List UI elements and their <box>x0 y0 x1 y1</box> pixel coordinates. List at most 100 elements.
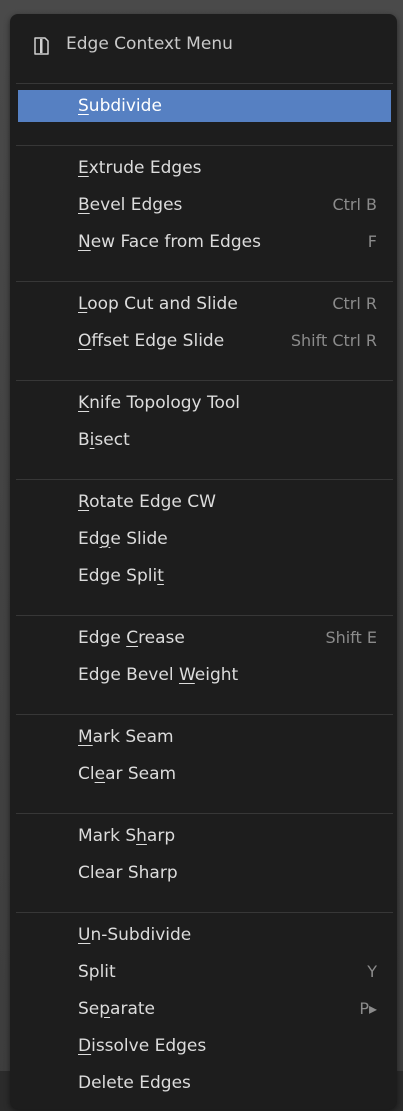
label-text: otate Edge CW <box>89 492 216 512</box>
menu-item-loop-cut-and-slide[interactable]: Loop Cut and Slide Ctrl R <box>18 288 391 320</box>
label-text: e Slide <box>110 529 168 549</box>
menu-item-label: Mark Sharp <box>78 820 175 852</box>
label-text: Clear Sharp <box>78 863 178 883</box>
accelerator-key: O <box>78 331 92 351</box>
label-text: nife Topology Tool <box>89 393 240 413</box>
label-text: evel Edges <box>89 195 183 215</box>
menu-item-label: Split <box>78 956 116 988</box>
edge-context-menu: Edge Context Menu Subdivide Extrude Edges… <box>10 14 397 1109</box>
accelerator-key: p <box>99 999 111 1019</box>
menu-separator <box>16 83 393 84</box>
accelerator-key: g <box>99 529 111 549</box>
label-text: Edge <box>78 628 127 648</box>
menu-separator <box>16 479 393 480</box>
menu-item-edge-split[interactable]: Edge Split <box>18 560 391 592</box>
shortcut-hint: Y <box>367 962 377 981</box>
menu-item-knife-topology-tool[interactable]: Knife Topology Tool <box>18 387 391 419</box>
menu-item-delete-edges[interactable]: Delete Edges <box>18 1067 391 1099</box>
shortcut-hint: Shift Ctrl R <box>290 331 377 350</box>
menu-item-label: Separate <box>78 993 155 1025</box>
menu-item-label: Edge Bevel Weight <box>78 659 238 691</box>
menu-item-bevel-edges[interactable]: Bevel Edges Ctrl B <box>18 189 391 221</box>
menu-item-edge-slide[interactable]: Edge Slide <box>18 523 391 555</box>
menu-item-new-face-from-edges[interactable]: New Face from Edges F <box>18 226 391 258</box>
menu-item-label: Bisect <box>78 424 130 456</box>
shortcut-hint: Ctrl B <box>332 195 377 214</box>
accelerator-key: D <box>78 1036 92 1056</box>
label-text: ar Seam <box>105 764 177 784</box>
menu-item-rotate-edge-cw[interactable]: Rotate Edge CW <box>18 486 391 518</box>
accelerator-key: E <box>78 158 89 178</box>
menu-item-edge-bevel-weight[interactable]: Edge Bevel Weight <box>18 659 391 691</box>
menu-separator <box>16 145 393 146</box>
menu-item-offset-edge-slide[interactable]: Offset Edge Slide Shift Ctrl R <box>18 325 391 357</box>
label-text: Mark S <box>78 826 137 846</box>
menu-item-separate[interactable]: Separate P▸ <box>18 993 391 1025</box>
label-text: xtrude Edges <box>88 158 202 178</box>
menu-item-label: Dissolve Edges <box>78 1030 206 1062</box>
menu-item-label: Loop Cut and Slide <box>78 288 238 320</box>
label-text: arp <box>146 826 176 846</box>
label-text: Se <box>78 999 100 1019</box>
accelerator-key: U <box>78 925 91 945</box>
accelerator-key: C <box>126 628 139 648</box>
accelerator-key: B <box>78 195 90 215</box>
menu-separator <box>16 912 393 913</box>
menu-item-label: Edge Crease <box>78 622 185 654</box>
accelerator-key: R <box>78 492 90 512</box>
accelerator-key: K <box>78 393 90 413</box>
menu-separator <box>16 714 393 715</box>
menu-item-label: New Face from Edges <box>78 226 261 258</box>
label-text: sect <box>94 430 130 450</box>
menu-separator <box>16 615 393 616</box>
menu-item-dissolve-edges[interactable]: Dissolve Edges <box>18 1030 391 1062</box>
label-text: ark Seam <box>92 727 174 747</box>
shortcut-hint: F <box>367 232 377 251</box>
menu-item-clear-seam[interactable]: Clear Seam <box>18 758 391 790</box>
label-text: Edge Bevel <box>78 665 179 685</box>
menu-item-label: Offset Edge Slide <box>78 325 224 357</box>
menu-item-un-subdivide[interactable]: Un-Subdivide <box>18 919 391 951</box>
accelerator-key: W <box>178 665 195 685</box>
accelerator-key: M <box>78 727 93 747</box>
menu-item-mark-seam[interactable]: Mark Seam <box>18 721 391 753</box>
menu-item-mark-sharp[interactable]: Mark Sharp <box>18 820 391 852</box>
accelerator-key: S <box>78 96 89 116</box>
label-text: eight <box>194 665 239 685</box>
menu-item-edge-crease[interactable]: Edge Crease Shift E <box>18 622 391 654</box>
menu-item-label: Bevel Edges <box>78 189 182 221</box>
menu-item-label: Knife Topology Tool <box>78 387 240 419</box>
label-text: ubdivide <box>88 96 162 116</box>
edge-mode-icon <box>32 36 50 56</box>
accelerator-key: e <box>94 764 106 784</box>
menu-header: Edge Context Menu <box>10 14 397 78</box>
menu-item-label: Edge Split <box>78 560 164 592</box>
label-text: issolve Edges <box>91 1036 207 1056</box>
menu-separator <box>16 281 393 282</box>
menu-item-label: Clear Seam <box>78 758 176 790</box>
label-text: ffset Edge Slide <box>91 331 225 351</box>
label-text: oop Cut and Slide <box>87 294 238 314</box>
label-text: B <box>78 430 90 450</box>
menu-item-subdivide[interactable]: Subdivide <box>18 90 391 122</box>
menu-item-label: Extrude Edges <box>78 152 202 184</box>
menu-item-bisect[interactable]: Bisect <box>18 424 391 456</box>
label-text: n-Subdivide <box>90 925 192 945</box>
menu-item-label: Un-Subdivide <box>78 919 191 951</box>
label-text: arate <box>110 999 155 1019</box>
menu-item-extrude-edges[interactable]: Extrude Edges <box>18 152 391 184</box>
accelerator-key: t <box>157 566 164 586</box>
shortcut-hint: Shift E <box>325 628 377 647</box>
label-text: Delete Edges <box>78 1073 191 1093</box>
menu-separator <box>16 380 393 381</box>
menu-item-clear-sharp[interactable]: Clear Sharp <box>18 857 391 889</box>
label-text: Ed <box>78 529 100 549</box>
menu-title: Edge Context Menu <box>66 34 233 54</box>
menu-item-label: Rotate Edge CW <box>78 486 216 518</box>
accelerator-key: h <box>136 826 147 846</box>
menu-item-label: Edge Slide <box>78 523 168 555</box>
menu-separator <box>16 813 393 814</box>
label-text: Cl <box>78 764 95 784</box>
menu-item-label: Mark Seam <box>78 721 174 753</box>
menu-item-split[interactable]: Split Y <box>18 956 391 988</box>
